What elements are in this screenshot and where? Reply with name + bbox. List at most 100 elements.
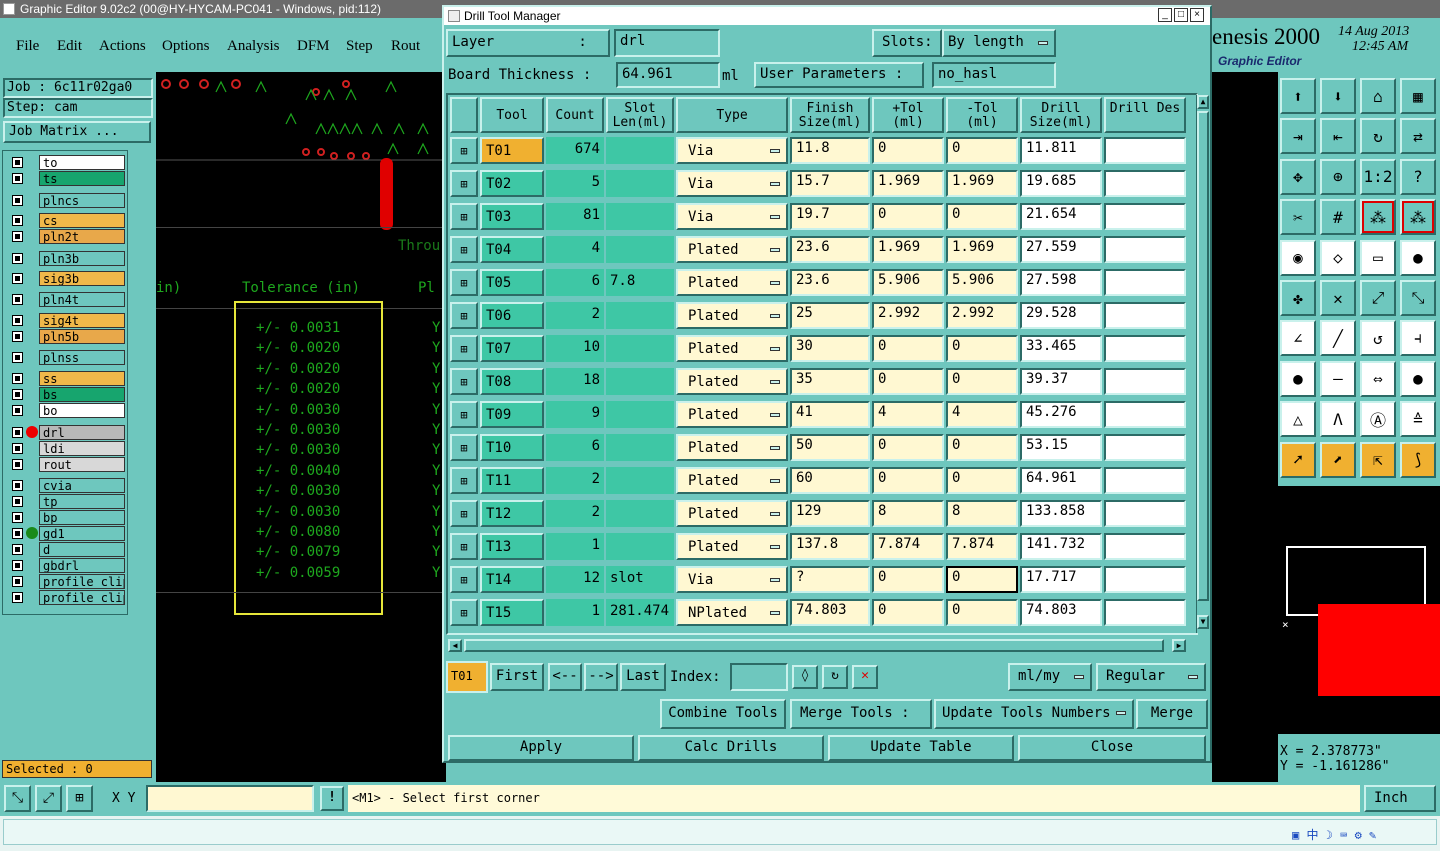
drill-des-field[interactable] (1104, 467, 1186, 494)
ruler-icon[interactable]: ▭ (1360, 239, 1396, 276)
finish-size-field[interactable]: 23.6 (790, 269, 870, 296)
drill-size-field[interactable]: 21.654 (1020, 203, 1102, 230)
tool-name[interactable]: T01 (480, 137, 544, 164)
layer-row[interactable]: bp (9, 510, 127, 525)
row-select-button[interactable]: ⊞ (450, 434, 478, 461)
close-button[interactable]: Close (1018, 735, 1206, 761)
row-select-button[interactable]: ⊞ (450, 236, 478, 263)
drill-des-field[interactable] (1104, 566, 1186, 593)
row-select-button[interactable]: ⊞ (450, 533, 478, 560)
zoom-area-icon[interactable]: ⤢ (35, 785, 62, 812)
window-icon[interactable]: ▦ (1400, 78, 1436, 114)
cross-icon[interactable]: ✕ (1320, 280, 1356, 316)
dot-icon[interactable]: ● (1400, 239, 1436, 276)
plus-tol-field[interactable]: 2.992 (872, 302, 944, 329)
row-select-button[interactable]: ⊞ (450, 566, 478, 593)
layer-row[interactable]: ss (9, 371, 127, 386)
tool-name[interactable]: T04 (480, 236, 544, 263)
minimize-icon[interactable]: _ (1158, 8, 1172, 22)
type-dropdown[interactable]: Plated (676, 467, 788, 494)
layer-name[interactable]: rout (39, 457, 125, 472)
finish-size-field[interactable]: 19.7 (790, 203, 870, 230)
drawing-canvas[interactable]: Throu in) Tolerance (in) Pl +/- 0.0031 Y +… (156, 72, 446, 782)
layer-name[interactable]: ss (39, 371, 125, 386)
update-numbers-dropdown[interactable]: Update Tools Numbers (934, 699, 1134, 729)
layer-checkbox[interactable] (12, 294, 23, 305)
select-pick-icon[interactable]: ⇱ (1360, 441, 1396, 478)
row-select-button[interactable]: ⊞ (450, 269, 478, 296)
drill-size-field[interactable]: 19.685 (1020, 170, 1102, 197)
layer-checkbox[interactable] (12, 315, 23, 326)
finish-size-field[interactable]: 23.6 (790, 236, 870, 263)
type-dropdown[interactable]: Via (676, 203, 788, 230)
minus-tol-field[interactable]: 4 (946, 401, 1018, 428)
layer-name[interactable]: pln2t (39, 229, 125, 244)
grid-icon[interactable]: # (1320, 199, 1356, 236)
layer-checkbox[interactable] (12, 215, 23, 226)
minus-tol-field[interactable]: 5.906 (946, 269, 1018, 296)
move-out-icon[interactable]: ⇤ (1320, 118, 1356, 155)
layer-name[interactable]: bp (39, 510, 125, 525)
layer-name[interactable]: cs (39, 213, 125, 228)
finish-size-field[interactable]: 30 (790, 335, 870, 362)
type-dropdown[interactable]: Plated (676, 434, 788, 461)
drill-des-field[interactable] (1104, 599, 1186, 626)
layer-name[interactable]: sig4t (39, 313, 125, 328)
layer-down-icon[interactable]: ⬇ (1320, 78, 1356, 114)
drill-des-field[interactable] (1104, 434, 1186, 461)
slots-dropdown[interactable]: By length (942, 29, 1056, 57)
drill-des-field[interactable] (1104, 500, 1186, 527)
minus-tol-field[interactable]: 1.969 (946, 170, 1018, 197)
layer-name[interactable]: plnss (39, 350, 125, 365)
minus-tol-field[interactable]: 7.874 (946, 533, 1018, 560)
menu-analysis[interactable]: Analysis (227, 38, 280, 55)
scroll-down-icon[interactable]: ▼ (1197, 615, 1209, 629)
plus-tol-field[interactable]: 8 (872, 500, 944, 527)
tool-name[interactable]: T06 (480, 302, 544, 329)
row-select-button[interactable]: ⊞ (450, 302, 478, 329)
drill-size-field[interactable]: 64.961 (1020, 467, 1102, 494)
fill-icon[interactable]: ● (1400, 360, 1436, 397)
layer-row[interactable]: ts (9, 171, 127, 186)
update-table-button[interactable]: Update Table (828, 735, 1014, 761)
layer-checkbox[interactable] (12, 512, 23, 523)
cut-icon[interactable]: ✂ (1280, 199, 1316, 236)
triangle-icon[interactable]: △ (1280, 401, 1316, 438)
layer-row[interactable]: sig4t (9, 313, 127, 328)
tool-name[interactable]: T09 (480, 401, 544, 428)
move-in-icon[interactable]: ⇥ (1280, 118, 1316, 155)
plus-tol-field[interactable]: 0 (872, 137, 944, 164)
layer-row[interactable]: tp (9, 494, 127, 509)
next-button[interactable]: --> (584, 663, 618, 691)
layer-row[interactable]: plncs (9, 193, 127, 208)
drill-size-field[interactable]: 11.811 (1020, 137, 1102, 164)
layer-name[interactable]: pln5b (39, 329, 125, 344)
plus-tol-field[interactable]: 0 (872, 434, 944, 461)
tool-name[interactable]: T10 (480, 434, 544, 461)
drill-size-field[interactable]: 53.15 (1020, 434, 1102, 461)
layer-name[interactable]: to (39, 155, 125, 170)
layer-name[interactable]: sig3b (39, 271, 125, 286)
drill-des-field[interactable] (1104, 401, 1186, 428)
row-select-button[interactable]: ⊞ (450, 203, 478, 230)
plus-tol-field[interactable]: 0 (872, 599, 944, 626)
refresh-icon[interactable]: ↻ (822, 665, 848, 689)
layer-checkbox[interactable] (12, 528, 23, 539)
layer-row[interactable]: rout (9, 457, 127, 472)
alert-icon[interactable]: ! (320, 786, 344, 811)
zoom-fit-icon[interactable]: ⤡ (4, 785, 31, 812)
layer-row[interactable]: bo (9, 403, 127, 418)
xy-input[interactable] (146, 785, 314, 812)
layer-checkbox[interactable] (12, 480, 23, 491)
help-icon[interactable]: ? (1400, 158, 1436, 195)
select-box-icon[interactable]: ⬈ (1320, 441, 1356, 478)
drill-des-field[interactable] (1104, 335, 1186, 362)
finish-size-field[interactable]: 15.7 (790, 170, 870, 197)
layer-name[interactable]: tp (39, 494, 125, 509)
snap-icon[interactable]: ⁂ (1360, 199, 1396, 236)
finish-size-field[interactable]: 50 (790, 434, 870, 461)
plus-tol-field[interactable]: 0 (872, 368, 944, 395)
shape-icon[interactable]: ◇ (1320, 239, 1356, 276)
combine-tools-button[interactable]: Combine Tools (660, 699, 786, 729)
layer-name[interactable]: pln4t (39, 292, 125, 307)
